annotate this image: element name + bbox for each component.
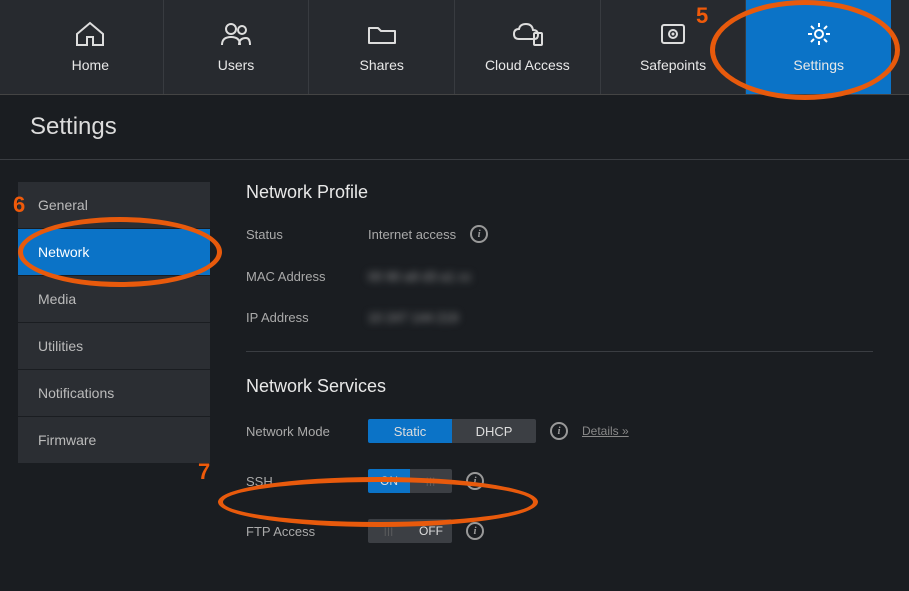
- sidebar-item-utilities[interactable]: Utilities: [18, 323, 210, 370]
- nav-label: Users: [218, 57, 255, 73]
- sidebar-item-label: General: [38, 197, 88, 213]
- ftp-toggle-grip: |||: [368, 519, 410, 543]
- network-profile-heading: Network Profile: [246, 182, 873, 203]
- ip-label: IP Address: [246, 310, 368, 325]
- ssh-toggle-grip: |||: [410, 469, 452, 493]
- nav-users[interactable]: Users: [163, 0, 309, 94]
- mode-dhcp-button[interactable]: DHCP: [452, 419, 536, 443]
- sidebar-item-network[interactable]: Network: [18, 229, 210, 276]
- page-title: Settings: [30, 113, 879, 141]
- nav-label: Cloud Access: [485, 57, 570, 73]
- nav-label: Shares: [360, 57, 404, 73]
- nav-settings[interactable]: Settings: [745, 0, 891, 94]
- sidebar-item-label: Utilities: [38, 338, 83, 354]
- ftp-label: FTP Access: [246, 524, 368, 539]
- network-mode-segmented: Static DHCP: [368, 419, 536, 443]
- mac-label: MAC Address: [246, 269, 368, 284]
- ssh-row: SSH ON ||| i: [246, 469, 873, 493]
- sidebar-item-media[interactable]: Media: [18, 276, 210, 323]
- status-row: Status Internet access i: [246, 225, 873, 243]
- info-icon[interactable]: i: [466, 472, 484, 490]
- status-value: Internet access: [368, 227, 456, 242]
- top-navigation: Home Users Shares Cloud Access Safepoint…: [0, 0, 909, 95]
- mac-row: MAC Address 00 90 a9 d3 a1 cc: [246, 269, 873, 284]
- network-services-heading: Network Services: [246, 376, 873, 397]
- details-link[interactable]: Details »: [582, 424, 629, 438]
- ftp-row: FTP Access ||| OFF i: [246, 519, 873, 543]
- sidebar-item-general[interactable]: General: [18, 182, 210, 229]
- nav-cloud[interactable]: Cloud Access: [454, 0, 600, 94]
- mode-static-button[interactable]: Static: [368, 419, 452, 443]
- page-title-row: Settings: [0, 95, 909, 160]
- section-divider: [246, 351, 873, 352]
- nav-shares[interactable]: Shares: [308, 0, 454, 94]
- settings-content: Network Profile Status Internet access i…: [210, 160, 909, 591]
- ip-row: IP Address 10 247 144 219: [246, 310, 873, 325]
- nav-home[interactable]: Home: [18, 0, 163, 94]
- ssh-toggle-on: ON: [368, 469, 410, 493]
- nav-safepoints[interactable]: Safepoints: [600, 0, 746, 94]
- folder-icon: [365, 21, 399, 47]
- mac-value: 00 90 a9 d3 a1 cc: [368, 269, 471, 284]
- cloud-icon: [510, 21, 544, 47]
- users-icon: [219, 21, 253, 47]
- sidebar-item-label: Network: [38, 244, 89, 260]
- nav-label: Home: [72, 57, 109, 73]
- sidebar-item-label: Notifications: [38, 385, 114, 401]
- ftp-toggle-off: OFF: [410, 519, 452, 543]
- ssh-toggle[interactable]: ON |||: [368, 469, 452, 493]
- network-mode-label: Network Mode: [246, 424, 368, 439]
- status-label: Status: [246, 227, 368, 242]
- info-icon[interactable]: i: [470, 225, 488, 243]
- sidebar-item-firmware[interactable]: Firmware: [18, 417, 210, 464]
- info-icon[interactable]: i: [550, 422, 568, 440]
- info-icon[interactable]: i: [466, 522, 484, 540]
- home-icon: [73, 21, 107, 47]
- ssh-label: SSH: [246, 474, 368, 489]
- ip-value: 10 247 144 219: [368, 310, 458, 325]
- safe-icon: [656, 21, 690, 47]
- network-mode-row: Network Mode Static DHCP i Details »: [246, 419, 873, 443]
- gear-icon: [802, 21, 836, 47]
- sidebar-item-notifications[interactable]: Notifications: [18, 370, 210, 417]
- sidebar-item-label: Firmware: [38, 432, 96, 448]
- nav-label: Safepoints: [640, 57, 706, 73]
- settings-sidebar: General Network Media Utilities Notifica…: [18, 182, 210, 591]
- nav-label: Settings: [793, 57, 844, 73]
- ftp-toggle[interactable]: ||| OFF: [368, 519, 452, 543]
- sidebar-item-label: Media: [38, 291, 76, 307]
